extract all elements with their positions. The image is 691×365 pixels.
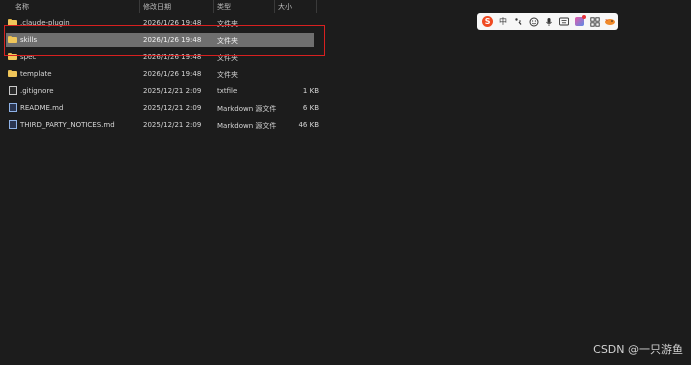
file-modified: 2025/12/21 2:09 bbox=[143, 87, 202, 95]
column-header: ^ 名称 修改日期 类型 大小 bbox=[0, 0, 320, 13]
punctuation-icon[interactable] bbox=[511, 14, 526, 29]
file-modified: 2026/1/26 19:48 bbox=[143, 70, 202, 78]
file-name: .gitignore bbox=[20, 87, 54, 95]
column-divider[interactable] bbox=[139, 0, 140, 13]
watermark: CSDN @一只游鱼 bbox=[593, 343, 683, 356]
file-name: THIRD_PARTY_NOTICES.md bbox=[20, 121, 115, 129]
file-name: template bbox=[20, 70, 52, 78]
sort-caret-icon: ^ bbox=[67, 0, 73, 4]
file-row[interactable]: README.md 2025/12/21 2:09 Markdown 源文件 6… bbox=[6, 101, 319, 115]
sogou-logo-icon: S bbox=[482, 16, 494, 27]
bird-icon[interactable] bbox=[603, 14, 618, 29]
file-modified: 2025/12/21 2:09 bbox=[143, 104, 202, 112]
file-size: 46 KB bbox=[298, 121, 319, 129]
file-modified: 2025/12/21 2:09 bbox=[143, 121, 202, 129]
sogou-logo-button[interactable]: S bbox=[480, 14, 495, 29]
keyboard-icon[interactable] bbox=[557, 14, 572, 29]
markdown-icon bbox=[9, 103, 17, 112]
column-name[interactable]: 名称 bbox=[15, 2, 29, 12]
skin-icon[interactable] bbox=[572, 14, 587, 29]
file-icon bbox=[9, 86, 17, 95]
file-type: Markdown 源文件 bbox=[217, 105, 277, 113]
file-row[interactable]: template 2026/1/26 19:48 文件夹 bbox=[6, 67, 314, 81]
column-divider[interactable] bbox=[316, 0, 317, 13]
annotation-highlight-box bbox=[4, 25, 325, 56]
column-divider[interactable] bbox=[274, 0, 275, 13]
notification-dot bbox=[582, 15, 587, 19]
file-type: Markdown 源文件 bbox=[217, 122, 277, 130]
column-size[interactable]: 大小 bbox=[278, 2, 292, 12]
ime-toolbar: S 中 bbox=[477, 13, 618, 30]
column-divider[interactable] bbox=[213, 0, 214, 13]
file-explorer: ^ 名称 修改日期 类型 大小 .claude-plugin 2026/1/26… bbox=[0, 0, 325, 365]
file-type: txtfile bbox=[217, 87, 238, 95]
file-name: README.md bbox=[20, 104, 64, 112]
markdown-icon bbox=[9, 120, 17, 129]
file-size: 1 KB bbox=[302, 87, 319, 95]
column-type[interactable]: 类型 bbox=[217, 2, 231, 12]
file-size: 6 KB bbox=[302, 104, 319, 112]
toolbox-icon[interactable] bbox=[587, 14, 602, 29]
file-row[interactable]: THIRD_PARTY_NOTICES.md 2025/12/21 2:09 M… bbox=[6, 118, 319, 132]
folder-icon bbox=[8, 70, 17, 78]
emoji-icon[interactable] bbox=[526, 14, 541, 29]
language-toggle-button[interactable]: 中 bbox=[495, 14, 510, 29]
column-modified[interactable]: 修改日期 bbox=[143, 2, 171, 12]
file-type: 文件夹 bbox=[217, 71, 238, 79]
microphone-icon[interactable] bbox=[541, 14, 556, 29]
file-row[interactable]: .gitignore 2025/12/21 2:09 txtfile 1 KB bbox=[6, 84, 319, 98]
